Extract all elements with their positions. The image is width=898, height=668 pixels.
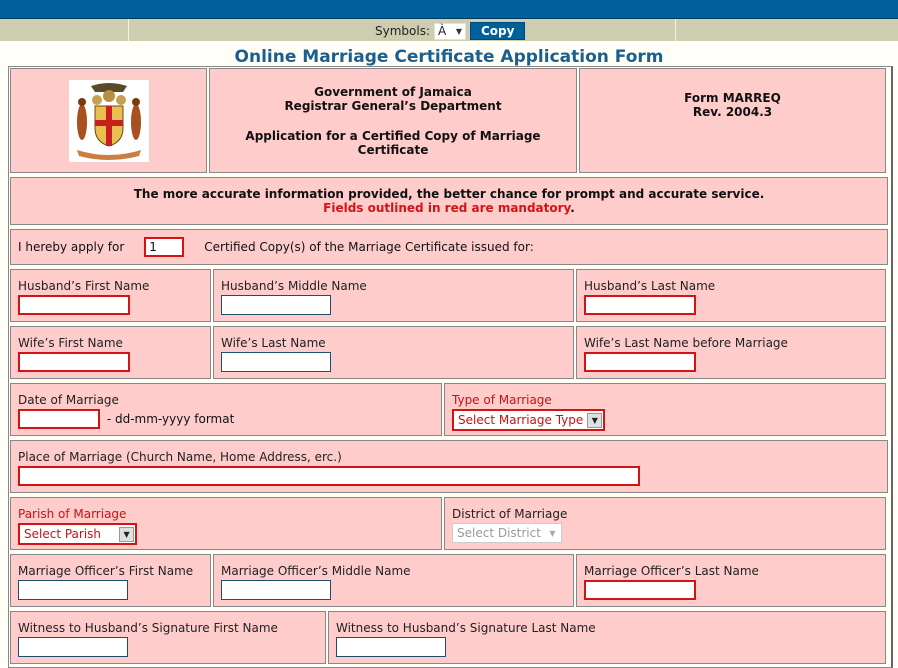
wife-last-cell: Wife’s Last Name — [213, 326, 574, 379]
coat-of-arms-icon — [68, 79, 149, 162]
chevron-down-icon: ▼ — [455, 26, 462, 36]
wife-maiden-cell: Wife’s Last Name before Marriage — [576, 326, 886, 379]
wife-last-input[interactable] — [221, 352, 331, 372]
date-cell: Date of Marriage - dd-mm-yyyy format — [10, 383, 442, 436]
husband-last-cell: Husband’s Last Name — [576, 269, 886, 322]
marriage-type-select[interactable]: Select Marriage Type ▼ — [452, 409, 606, 431]
top-banner — [0, 0, 898, 19]
chevron-down-icon: ▼ — [587, 412, 603, 428]
husband-last-label: Husband’s Last Name — [584, 279, 716, 293]
wife-maiden-label: Wife’s Last Name before Marriage — [584, 336, 788, 350]
date-format-hint: - dd-mm-yyyy format — [106, 411, 235, 426]
parish-cell: Parish of Marriage Select Parish ▼ — [10, 497, 442, 550]
officer-last-cell: Marriage Officer’s Last Name — [576, 554, 886, 607]
org-line-government: Government of Jamaica — [314, 84, 472, 99]
witness-h-first-label: Witness to Husband’s Signature First Nam… — [18, 621, 278, 635]
date-input[interactable] — [18, 409, 100, 429]
wife-last-label: Wife’s Last Name — [221, 336, 326, 350]
husband-names-row: Husband’s First Name Husband’s Middle Na… — [9, 268, 891, 325]
husband-first-cell: Husband’s First Name — [10, 269, 211, 322]
officer-last-input[interactable] — [584, 580, 696, 600]
husband-middle-label: Husband’s Middle Name — [221, 279, 367, 293]
district-cell: District of Marriage Select District ▼ — [444, 497, 886, 550]
officer-middle-input[interactable] — [221, 580, 331, 600]
notice-cell: The more accurate information provided, … — [10, 177, 888, 225]
symbols-toolbar: Symbols: À ▼ Copy — [0, 19, 898, 43]
copy-button[interactable]: Copy — [470, 22, 526, 40]
wife-names-row: Wife’s First Name Wife’s Last Name Wife’… — [9, 325, 891, 382]
date-label: Date of Marriage — [18, 393, 119, 407]
district-label: District of Marriage — [452, 507, 568, 521]
page-title: Online Marriage Certificate Application … — [234, 47, 664, 67]
officer-first-cell: Marriage Officer’s First Name — [10, 554, 211, 607]
district-value: Select District — [457, 526, 541, 540]
place-row: Place of Marriage (Church Name, Home Add… — [9, 439, 891, 496]
form-code: Form MARREQ — [684, 91, 781, 105]
symbols-selected-value: À — [438, 24, 447, 38]
chevron-down-icon: ▼ — [544, 525, 560, 541]
date-type-row: Date of Marriage - dd-mm-yyyy format Typ… — [9, 382, 891, 439]
place-input[interactable] — [18, 466, 640, 486]
wife-first-cell: Wife’s First Name — [10, 326, 211, 379]
witness-h-last-label: Witness to Husband’s Signature Last Name — [336, 621, 596, 635]
wife-first-label: Wife’s First Name — [18, 336, 123, 350]
application-form: Government of Jamaica Registrar General’… — [8, 66, 893, 668]
notice-period: . — [570, 201, 575, 215]
husband-first-label: Husband’s First Name — [18, 279, 150, 293]
officer-first-label: Marriage Officer’s First Name — [18, 564, 194, 578]
officer-row: Marriage Officer’s First Name Marriage O… — [9, 553, 891, 610]
wife-maiden-input[interactable] — [584, 352, 696, 372]
parish-label: Parish of Marriage — [18, 507, 127, 521]
place-label: Place of Marriage (Church Name, Home Add… — [18, 450, 342, 464]
officer-first-input[interactable] — [18, 580, 128, 600]
apply-row: I hereby apply for 1 Certified Copy(s) o… — [9, 228, 891, 268]
wife-first-input[interactable] — [18, 352, 130, 372]
mandatory-notice: Fields outlined in red are mandatory — [323, 201, 571, 215]
copies-input[interactable]: 1 — [144, 237, 185, 257]
type-label: Type of Marriage — [452, 393, 552, 407]
org-info-cell: Government of Jamaica Registrar General’… — [209, 68, 577, 173]
husband-first-input[interactable] — [18, 295, 130, 315]
witness-h-first-input[interactable] — [18, 637, 128, 657]
notice-text: The more accurate information provided, … — [133, 187, 765, 201]
place-cell: Place of Marriage (Church Name, Home Add… — [10, 440, 888, 493]
notice-row: The more accurate information provided, … — [9, 176, 891, 228]
parish-select[interactable]: Select Parish ▼ — [18, 523, 138, 545]
district-select[interactable]: Select District ▼ — [452, 523, 562, 543]
form-code-cell: Form MARREQ Rev. 2004.3 — [579, 68, 886, 173]
husband-last-input[interactable] — [584, 295, 696, 315]
symbols-label: Symbols: — [375, 24, 430, 38]
form-header-row: Government of Jamaica Registrar General’… — [9, 67, 891, 176]
officer-middle-cell: Marriage Officer’s Middle Name — [213, 554, 574, 607]
apply-cell: I hereby apply for 1 Certified Copy(s) o… — [10, 229, 888, 265]
husband-middle-input[interactable] — [221, 295, 331, 315]
witness-h-last-cell: Witness to Husband’s Signature Last Name — [328, 611, 886, 664]
officer-last-label: Marriage Officer’s Last Name — [584, 564, 759, 578]
husband-middle-cell: Husband’s Middle Name — [213, 269, 574, 322]
witness-husband-row: Witness to Husband’s Signature First Nam… — [9, 610, 891, 667]
apply-prefix: I hereby apply for — [18, 240, 125, 254]
witness-h-first-cell: Witness to Husband’s Signature First Nam… — [10, 611, 326, 664]
parish-district-row: Parish of Marriage Select Parish ▼ Distr… — [9, 496, 891, 553]
parish-value: Select Parish — [24, 527, 102, 541]
emblem-cell — [10, 68, 207, 173]
form-purpose: Application for a Certified Copy of Marr… — [245, 128, 541, 157]
officer-middle-label: Marriage Officer’s Middle Name — [221, 564, 411, 578]
marriage-type-value: Select Marriage Type — [458, 413, 584, 427]
form-revision: Rev. 2004.3 — [692, 105, 773, 119]
toolbar-divider — [128, 19, 129, 41]
symbols-select[interactable]: À ▼ — [434, 22, 466, 40]
witness-h-last-input[interactable] — [336, 637, 446, 657]
chevron-down-icon: ▼ — [119, 526, 135, 542]
org-line-department: Registrar General’s Department — [284, 98, 502, 113]
apply-suffix: Certified Copy(s) of the Marriage Certif… — [204, 240, 534, 254]
toolbar-divider — [675, 19, 676, 41]
type-cell: Type of Marriage Select Marriage Type ▼ — [444, 383, 886, 436]
